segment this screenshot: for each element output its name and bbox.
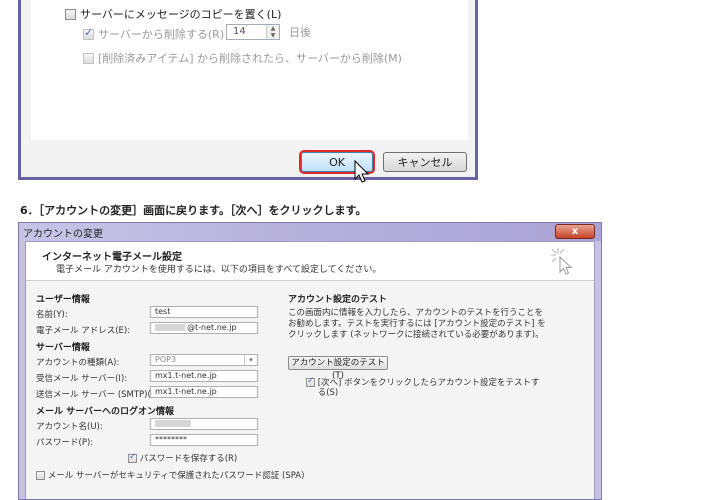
cancel-button[interactable]: キャンセル [383, 152, 467, 172]
remove-when-deleted-row[interactable]: [削除済みアイテム] から削除されたら、サーバーから削除(M) [83, 50, 402, 66]
leave-copy-label: サーバーにメッセージのコピーを置く(L) [80, 8, 282, 21]
email-label: 電子メール アドレス(E): [36, 326, 131, 336]
test-account-settings-button[interactable]: アカウント設定のテスト(T) [288, 356, 388, 381]
spa-row[interactable]: メール サーバーがセキュリティで保護されたパスワード認証 (SPA) [36, 469, 304, 481]
window-title: アカウントの変更 [23, 229, 103, 240]
test-description-line: この画面内に情報を入力したら、アカウントのテストを行うことを [288, 308, 544, 318]
outgoing-server-label: 送信メール サーバー (SMTP)(O): [36, 390, 164, 400]
auto-test-label-line: る(S) [317, 388, 339, 398]
logon-info-heading: メール サーバーへのログオン情報 [36, 407, 175, 417]
auto-test-checkbox[interactable] [306, 376, 315, 387]
password-field[interactable]: ******** [150, 434, 258, 446]
spa-checkbox[interactable] [36, 471, 45, 480]
account-type-value: POP3 [155, 355, 177, 364]
pop-details-dialog: サーバーにメッセージのコピーを置く(L) サーバーから削除する(R) 14 ▲▼… [18, 0, 478, 183]
account-name-field[interactable] [150, 418, 258, 430]
wizard-header: インターネット電子メール設定 電子メール アカウントを使用するには、以下の項目を… [26, 242, 594, 281]
account-change-window: アカウントの変更 x インターネット電子メール設定 電子メール アカウントを使用… [18, 222, 602, 500]
incoming-server-field[interactable]: mx1.t-net.ne.jp [150, 370, 258, 382]
auto-test-label-line: [次へ] ボタンをクリックしたらアカウント設定をテストす [317, 378, 540, 388]
incoming-server-label: 受信メール サーバー(I): [36, 374, 128, 384]
mouse-cursor-icon [354, 160, 370, 183]
redacted-block [155, 324, 185, 331]
save-password-label: パスワードを保存する(R) [139, 454, 238, 464]
days-suffix: 日後 [289, 26, 311, 39]
leave-copy-row[interactable]: サーバーにメッセージのコピーを置く(L) [65, 6, 281, 22]
chevron-down-icon: ▾ [244, 355, 257, 365]
test-description-line: お勧めします。テストを実行するには [アカウント設定のテスト] を [288, 319, 546, 329]
name-label: 名前(Y): [36, 310, 68, 320]
email-value: @t-net.ne.jp [187, 323, 237, 332]
remove-from-server-checkbox[interactable] [83, 26, 94, 40]
spa-label: メール サーバーがセキュリティで保護されたパスワード認証 (SPA) [47, 471, 305, 481]
step-instruction: 6．［アカウントの変更］画面に戻ります。［次へ］をクリックします。 [20, 204, 367, 217]
test-heading: アカウント設定のテスト [288, 295, 388, 305]
redacted-block [155, 420, 191, 427]
leave-copy-checkbox[interactable] [65, 8, 76, 20]
remove-from-server-row[interactable]: サーバーから削除する(R) [83, 26, 224, 42]
stepper-arrows-icon[interactable]: ▲ ▼ [266, 25, 279, 39]
account-name-label: アカウント名(U): [36, 422, 103, 432]
outgoing-server-field[interactable]: mx1.t-net.ne.jp [150, 386, 258, 398]
account-type-select[interactable]: POP3 ▾ [150, 354, 258, 366]
save-password-row[interactable]: パスワードを保存する(R) [128, 452, 237, 464]
window-body: インターネット電子メール設定 電子メール アカウントを使用するには、以下の項目を… [25, 241, 595, 499]
user-info-heading: ユーザー情報 [36, 295, 90, 305]
remove-when-deleted-label: [削除済みアイテム] から削除されたら、サーバーから削除(M) [98, 52, 402, 65]
name-field[interactable]: test [150, 306, 258, 318]
password-label: パスワード(P): [36, 438, 94, 448]
close-button[interactable]: x [555, 224, 595, 239]
dialog-content: サーバーにメッセージのコピーを置く(L) サーバーから削除する(R) 14 ▲▼… [31, 0, 468, 140]
remove-from-server-label: サーバーから削除する(R) [98, 28, 225, 41]
wizard-cursor-icon [551, 248, 573, 275]
days-value: 14 [233, 26, 246, 37]
server-info-heading: サーバー情報 [36, 343, 90, 353]
auto-test-label: [次へ] ボタンをクリックしたらアカウント設定をテストす る(S) [318, 378, 540, 398]
remove-when-deleted-checkbox[interactable] [83, 52, 94, 64]
test-description-line: クリックします (ネットワークに接続されている必要があります)。 [288, 330, 544, 340]
window-titlebar[interactable]: アカウントの変更 x [19, 223, 601, 241]
header-subtitle: 電子メール アカウントを使用するには、以下の項目をすべて設定してください。 [56, 265, 382, 275]
header-title: インターネット電子メール設定 [42, 252, 182, 263]
save-password-checkbox[interactable] [128, 452, 137, 463]
account-type-label: アカウントの種類(A): [36, 358, 120, 368]
days-stepper[interactable]: 14 ▲ ▼ [226, 24, 280, 40]
email-field[interactable]: @t-net.ne.jp [150, 322, 258, 334]
auto-test-row[interactable]: [次へ] ボタンをクリックしたらアカウント設定をテストす る(S) [306, 376, 540, 398]
test-description: この画面内に情報を入力したら、アカウントのテストを行うことを お勧めします。テス… [288, 308, 546, 341]
